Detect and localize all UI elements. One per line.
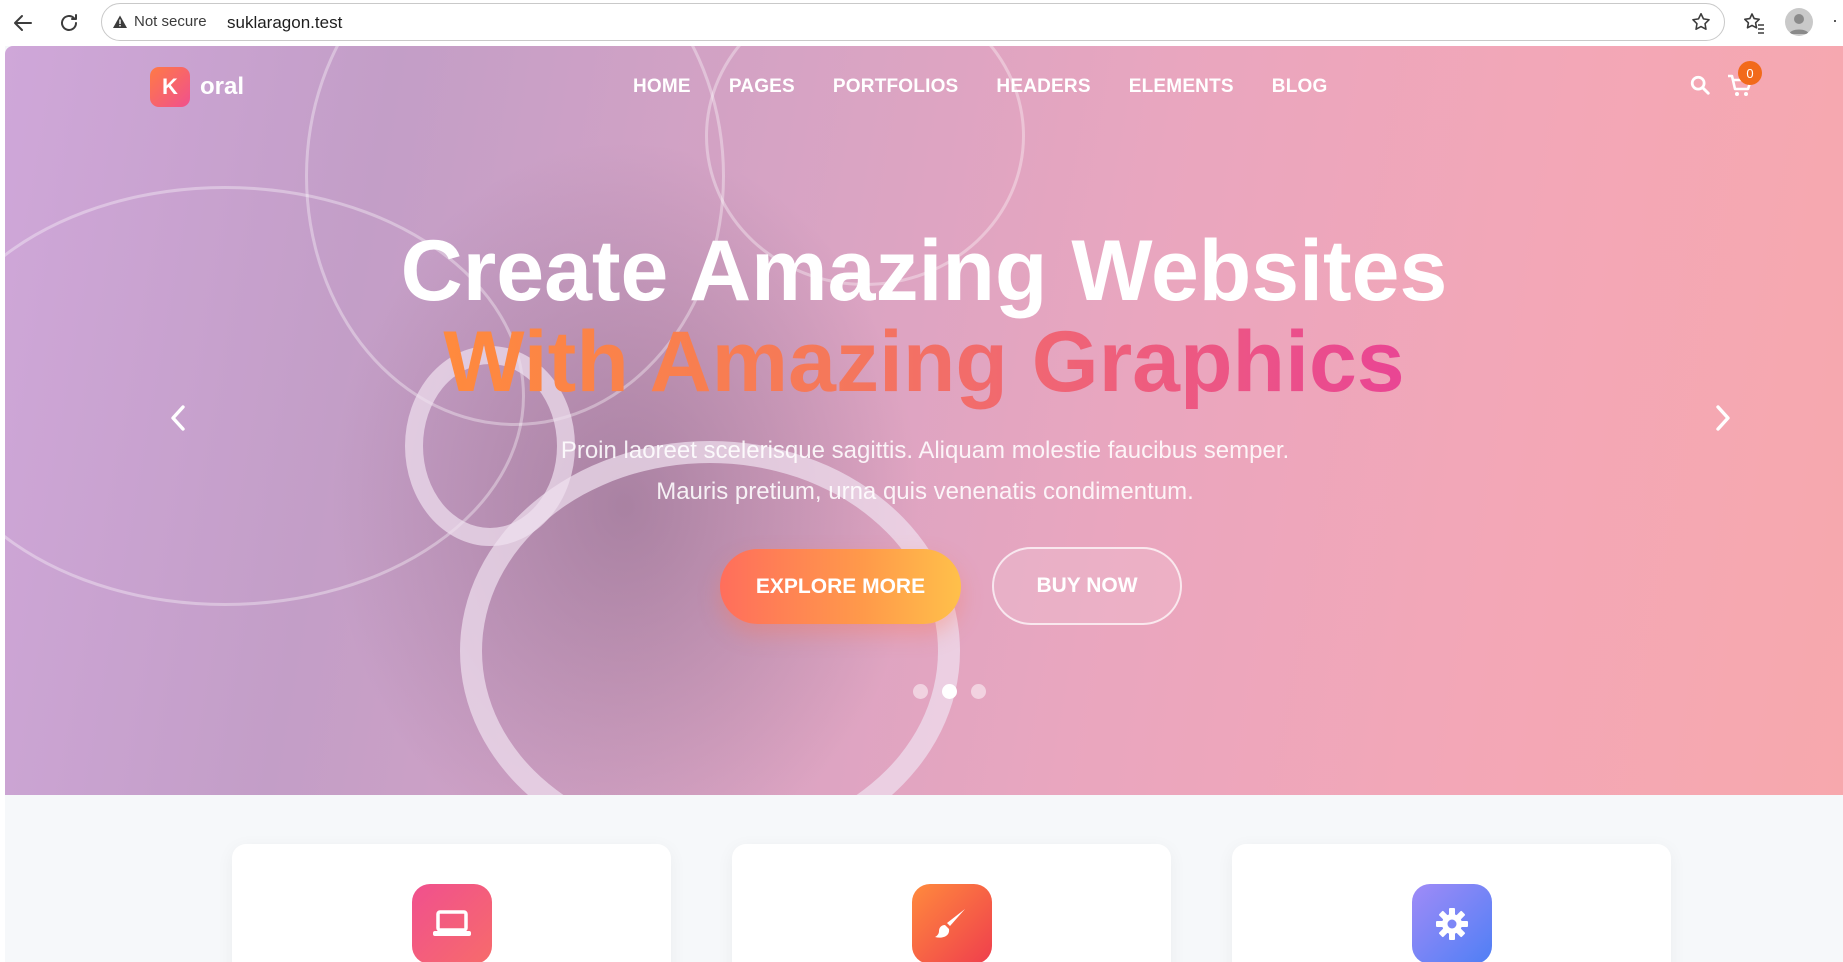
- nav-headers[interactable]: HEADERS: [996, 76, 1090, 98]
- slider-pagination: [913, 684, 986, 699]
- hero-headline-gradient-text: With Amazing Graphics: [443, 314, 1405, 410]
- browser-toolbar: Not secure suklaragon.test ·: [0, 0, 1843, 46]
- slider-prev-button[interactable]: [159, 398, 199, 438]
- security-indicator[interactable]: Not secure: [112, 13, 207, 30]
- back-button[interactable]: [6, 6, 40, 40]
- favorites-icon: [1744, 13, 1764, 34]
- profile-avatar[interactable]: [1785, 8, 1813, 36]
- security-label: Not secure: [134, 13, 207, 30]
- feature-card: [732, 844, 1171, 962]
- feature-icon-box: [412, 884, 492, 962]
- reload-button[interactable]: [52, 6, 86, 40]
- feature-icon-box: [912, 884, 992, 962]
- search-icon: [1690, 75, 1710, 95]
- star-icon: [1692, 12, 1710, 31]
- bookmark-button[interactable]: [1690, 11, 1712, 38]
- feature-card: [232, 844, 671, 962]
- nav-home[interactable]: HOME: [633, 76, 691, 98]
- reload-icon: [61, 14, 77, 31]
- hero-headline: Create Amazing Websites: [400, 223, 1448, 319]
- page-viewport: K oral HOME PAGES PORTFOLIOS HEADERS ELE…: [5, 46, 1843, 962]
- profile-icon: [1789, 14, 1809, 34]
- hero-subtext: Proin laoreet scelerisque sagittis. Aliq…: [560, 437, 1290, 505]
- favorites-button[interactable]: [1737, 6, 1771, 40]
- search-button[interactable]: [1689, 74, 1711, 101]
- slider-dot-2[interactable]: [942, 684, 957, 699]
- feature-card: [1232, 844, 1671, 962]
- nav-pages[interactable]: PAGES: [729, 76, 795, 98]
- gear-icon: [1436, 908, 1468, 940]
- main-nav: HOME PAGES PORTFOLIOS HEADERS ELEMENTS B…: [633, 76, 1327, 98]
- chevron-left-icon: [171, 405, 185, 431]
- slider-dot-1[interactable]: [913, 684, 928, 699]
- slider-dot-3[interactable]: [971, 684, 986, 699]
- more-icon[interactable]: ·: [1832, 10, 1838, 31]
- hero-headline-gradient: With Amazing Graphics: [5, 315, 1843, 410]
- site-logo[interactable]: K oral: [150, 67, 244, 107]
- cart-count-badge: 0: [1738, 61, 1762, 85]
- nav-portfolios[interactable]: PORTFOLIOS: [833, 76, 959, 98]
- nav-blog[interactable]: BLOG: [1272, 76, 1328, 98]
- back-arrow-icon: [14, 15, 32, 31]
- buy-now-button[interactable]: BUY NOW: [992, 547, 1182, 625]
- address-bar[interactable]: Not secure suklaragon.test: [101, 3, 1725, 41]
- brush-icon: [935, 909, 965, 938]
- feature-icon-box: [1412, 884, 1492, 962]
- url-text[interactable]: suklaragon.test: [227, 13, 342, 33]
- explore-more-button[interactable]: EXPLORE MORE: [720, 549, 961, 624]
- nav-elements[interactable]: ELEMENTS: [1129, 76, 1234, 98]
- slider-next-button[interactable]: [1702, 398, 1742, 438]
- warning-icon: [113, 15, 127, 28]
- logo-word: oral: [200, 73, 245, 100]
- hero-slider: K oral HOME PAGES PORTFOLIOS HEADERS ELE…: [5, 46, 1843, 795]
- logo-badge: K: [150, 67, 190, 107]
- chevron-right-icon: [1716, 405, 1730, 431]
- laptop-icon: [433, 910, 471, 936]
